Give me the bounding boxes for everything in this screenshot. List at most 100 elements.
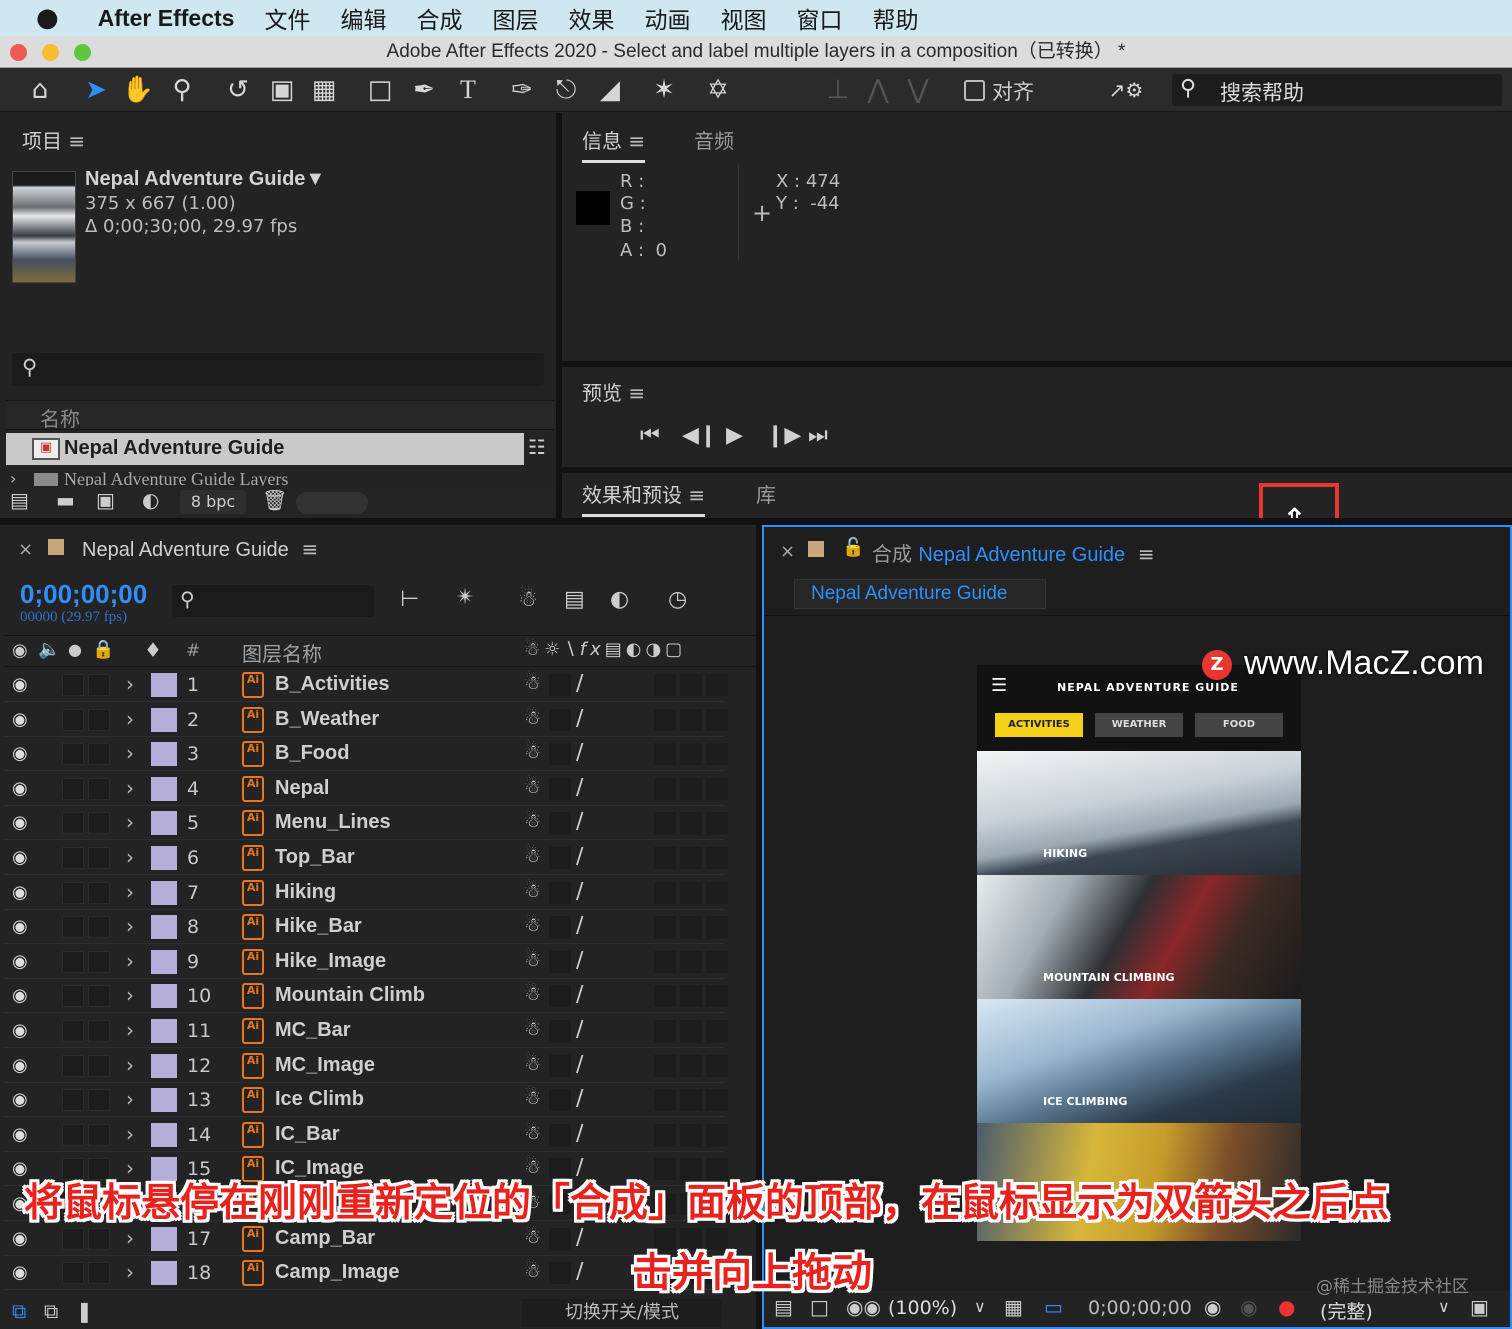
zoom-dropdown[interactable]: (100%) [888, 1297, 957, 1319]
previous-frame-icon[interactable]: ◀❙ [682, 423, 717, 448]
motion-blur-toggle[interactable] [680, 1089, 702, 1112]
color-channels-icon[interactable]: ● [1278, 1295, 1295, 1319]
effect-toggle[interactable] [654, 1089, 676, 1112]
shy-icon[interactable]: ☃ [524, 741, 541, 763]
layer-name[interactable]: Mountain Climb [275, 984, 425, 1007]
audio-toggle[interactable] [62, 1054, 84, 1077]
shy-icon[interactable]: ☃ [524, 776, 541, 798]
close-tab-icon[interactable]: × [780, 541, 795, 562]
label-color-swatch[interactable] [151, 949, 177, 974]
first-frame-icon[interactable]: ⏮ [640, 423, 660, 448]
layer-name[interactable]: B_Food [275, 742, 349, 765]
eye-icon[interactable]: ◉ [12, 812, 28, 833]
adjustment-toggle[interactable] [706, 777, 728, 800]
audio-toggle[interactable] [62, 708, 84, 731]
snapshot-icon[interactable]: ◉ [1204, 1295, 1221, 1319]
motion-blur-toggle[interactable] [680, 812, 702, 835]
zoom-tool-icon[interactable]: ⚲ [164, 72, 200, 108]
project-search-input[interactable]: ⚲ [12, 353, 544, 386]
layer-row[interactable]: ◉ › 1 Ai B_Activities ☃ ∕ [4, 668, 728, 702]
chevron-right-icon[interactable]: › [126, 1087, 134, 1111]
motion-blur-toggle[interactable] [680, 985, 702, 1008]
panel-menu-icon[interactable]: ≡ [628, 381, 645, 405]
fast-previews-icon[interactable]: ▣ [1470, 1295, 1489, 1319]
lock-toggle[interactable] [88, 985, 110, 1008]
audio-toggle[interactable] [62, 847, 84, 869]
quality-icon[interactable]: ∕ [576, 775, 583, 800]
effect-toggle[interactable] [654, 950, 676, 973]
lock-toggle[interactable] [88, 950, 110, 973]
region-of-interest-icon[interactable]: ▦ [1004, 1295, 1023, 1319]
chevron-right-icon[interactable]: › [126, 845, 134, 869]
quality-icon[interactable]: ∕ [576, 1017, 583, 1042]
eraser-tool-icon[interactable]: ◢ [592, 72, 628, 108]
shy-icon[interactable]: ☃ [524, 914, 541, 936]
effect-toggle[interactable] [654, 985, 676, 1008]
layer-row[interactable]: ◉ › 10 Ai Mountain Climb ☃ ∕ [4, 979, 728, 1014]
workspace-icon[interactable]: ↗⚙ [1096, 72, 1156, 108]
shy-icon[interactable]: ☃ [524, 949, 541, 971]
tab-project[interactable]: 项目 ≡ [22, 125, 85, 154]
project-settings-icon[interactable]: ◐ [142, 488, 159, 512]
lock-toggle[interactable] [88, 708, 110, 731]
collapse-toggle[interactable] [549, 1123, 571, 1146]
motion-blur-toggle[interactable] [680, 708, 702, 731]
collapse-toggle[interactable] [549, 777, 571, 800]
motion-blur-toggle[interactable] [680, 1020, 702, 1042]
adjustment-toggle[interactable] [706, 1123, 728, 1146]
tab-library[interactable]: 库 [756, 479, 776, 508]
audio-toggle[interactable] [62, 1227, 84, 1250]
label-color-swatch[interactable] [151, 776, 177, 801]
roto-brush-tool-icon[interactable]: ✶ [646, 72, 682, 108]
layer-switches-icon[interactable]: ⧉ [12, 1299, 26, 1323]
collapse-toggle[interactable] [549, 881, 571, 904]
motion-blur-toggle[interactable] [680, 916, 702, 939]
collapse-toggle[interactable] [549, 1262, 571, 1285]
collapse-toggle[interactable] [549, 743, 571, 766]
layer-name[interactable]: MC_Image [275, 1054, 375, 1077]
pan-behind-tool-icon[interactable]: ▦ [306, 72, 342, 108]
composition-tab[interactable]: 合成 Nepal Adventure Guide ≡ [872, 538, 1155, 567]
layer-row[interactable]: ◉ › 2 Ai B_Weather ☃ ∕ [4, 703, 728, 737]
adjustment-toggle[interactable] [706, 743, 728, 766]
lock-toggle[interactable] [88, 1262, 110, 1285]
chevron-down-icon[interactable]: ∨ [1438, 1297, 1450, 1316]
quality-dropdown[interactable]: (完整) [1320, 1297, 1373, 1324]
tab-preview[interactable]: 预览 ≡ [582, 377, 645, 406]
pen-tool-icon[interactable]: ✒ [406, 72, 442, 108]
apple-menu-icon[interactable]: ● [0, 3, 83, 33]
shy-icon[interactable]: ☃ [524, 880, 541, 902]
always-preview-icon[interactable]: ▤ [774, 1295, 793, 1319]
audio-toggle[interactable] [62, 1089, 84, 1112]
eye-icon[interactable]: ◉ [12, 640, 28, 661]
layer-name[interactable]: Hiking [275, 881, 336, 904]
audio-toggle[interactable] [62, 1262, 84, 1285]
layer-row[interactable]: ◉ › 8 Ai Hike_Bar ☃ ∕ [4, 910, 728, 945]
menu-window[interactable]: 窗口 [781, 1, 857, 35]
collapse-toggle[interactable] [549, 916, 571, 939]
layer-name[interactable]: Camp_Bar [275, 1227, 375, 1250]
adjustment-toggle[interactable] [706, 950, 728, 973]
tab-audio[interactable]: 音频 [694, 125, 734, 154]
layer-name[interactable]: Camp_Image [275, 1261, 400, 1284]
shy-icon[interactable]: ☃ [524, 983, 541, 1005]
label-color-swatch[interactable] [151, 846, 177, 870]
rotate-tool-icon[interactable]: ↺ [220, 72, 256, 108]
quality-icon[interactable]: ∕ [576, 1225, 583, 1250]
label-color-swatch[interactable] [151, 1261, 177, 1286]
effect-toggle[interactable] [654, 1123, 676, 1146]
menu-file[interactable]: 文件 [249, 1, 325, 35]
eye-icon[interactable]: ◉ [12, 743, 28, 764]
clone-stamp-tool-icon[interactable]: ⎋ [548, 72, 584, 108]
audio-toggle[interactable] [62, 881, 84, 904]
layer-row[interactable]: ◉ › 4 Ai Nepal ☃ ∕ [4, 772, 728, 806]
audio-toggle[interactable] [62, 1123, 84, 1146]
chevron-right-icon[interactable]: › [126, 810, 134, 834]
effect-toggle[interactable] [654, 812, 676, 835]
quality-icon[interactable]: ∕ [576, 844, 583, 869]
layer-row[interactable]: ◉ › 14 Ai IC_Bar ☃ ∕ [4, 1118, 728, 1152]
effect-toggle[interactable] [654, 777, 676, 800]
effect-toggle[interactable] [654, 847, 676, 869]
toggle-switches-modes-button[interactable]: 切换开关/模式 [522, 1299, 722, 1327]
motion-blur-toggle[interactable] [680, 1123, 702, 1146]
